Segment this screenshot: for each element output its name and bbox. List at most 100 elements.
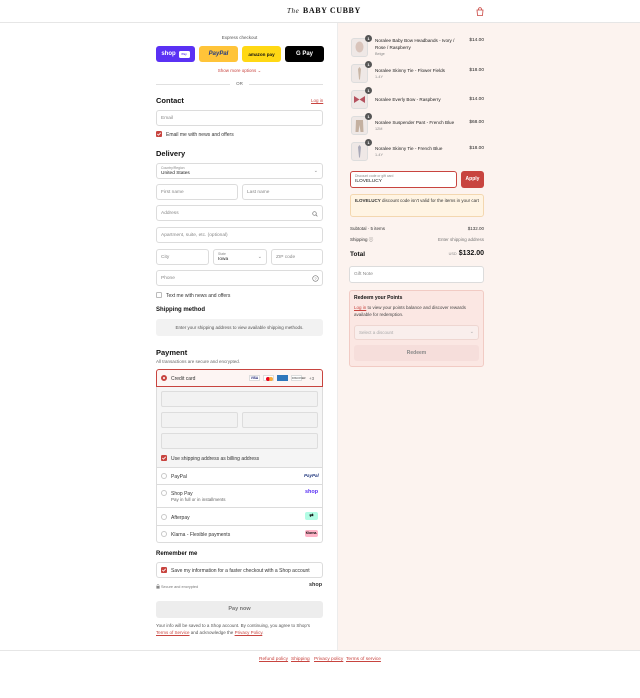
- afterpay-radio[interactable]: [161, 514, 167, 520]
- item-variant: 12M: [375, 127, 383, 131]
- save-info-label: Save my information for a faster checkou…: [171, 567, 310, 574]
- quantity-badge: 1: [365, 61, 372, 68]
- search-icon: [312, 211, 318, 217]
- credit-card-label: Credit card: [171, 375, 196, 382]
- or-label: OR: [236, 81, 243, 86]
- text-news-checkbox[interactable]: [156, 292, 162, 298]
- or-divider-left: [156, 84, 230, 85]
- contact-title: Contact: [156, 96, 184, 105]
- discover-icon: DISCOVER: [291, 375, 306, 381]
- country-select[interactable]: Country/Region United States ⌄: [156, 163, 323, 179]
- redeem-login-link[interactable]: Log in: [354, 305, 366, 310]
- terms-of-service-link[interactable]: Terms of Service: [156, 630, 190, 635]
- privacy-policy-link[interactable]: Privacy Policy: [235, 630, 263, 635]
- item-variant: 1-4Y: [375, 153, 384, 157]
- billing-checkbox[interactable]: [161, 455, 167, 461]
- credit-card-radio[interactable]: [161, 375, 167, 381]
- card-number-field[interactable]: [161, 391, 318, 407]
- item-price: $18.00: [469, 146, 484, 151]
- security-code-field[interactable]: [242, 412, 318, 428]
- privacy-policy-footer-link[interactable]: Privacy policy: [314, 657, 343, 662]
- chevron-down-icon: ⌄: [257, 68, 262, 73]
- subtotal-label: Subtotal · 5 items: [350, 226, 386, 231]
- discount-select[interactable]: Select a discount ⌄: [354, 325, 479, 340]
- item-variant: Beige: [375, 52, 385, 56]
- last-name-field[interactable]: Last name: [242, 184, 323, 200]
- quantity-badge: 1: [365, 35, 372, 42]
- phone-field[interactable]: Phone?: [156, 270, 323, 286]
- redeem-button[interactable]: Redeem: [354, 345, 479, 361]
- zip-field[interactable]: ZIP code: [271, 249, 323, 265]
- name-on-card-field[interactable]: [161, 433, 318, 449]
- secure-label: Secure and encrypted: [161, 584, 199, 589]
- redeem-text: Log in to view your points balance and d…: [354, 305, 466, 317]
- chevron-down-icon: ⌄: [469, 329, 474, 335]
- pay-now-button[interactable]: Pay now: [156, 601, 323, 618]
- discount-code-field[interactable]: Discount code or gift card ILOVELUCY: [350, 171, 457, 188]
- mastercard-icon: [263, 375, 274, 381]
- help-circle-icon[interactable]: ?: [312, 275, 319, 282]
- help-circle-icon[interactable]: ⓘ: [369, 237, 374, 242]
- legal-text: Your info will be saved to a Shop accoun…: [156, 623, 311, 635]
- show-more-options-link[interactable]: Show more options ⌄: [156, 68, 323, 74]
- payment-subtitle: All transactions are secure and encrypte…: [156, 359, 241, 364]
- shopping-bag-icon[interactable]: [476, 7, 484, 16]
- paypal-radio[interactable]: [161, 473, 167, 479]
- or-divider-right: [249, 84, 323, 85]
- expiration-date-field[interactable]: [161, 412, 238, 428]
- amex-icon: [277, 375, 288, 381]
- total-label: Total: [350, 251, 366, 258]
- paypal-logo: PayPal: [304, 473, 319, 478]
- paypal-label: PayPal: [171, 473, 187, 480]
- address-field[interactable]: Address: [156, 205, 323, 221]
- shop-pay-subtitle: Pay in full or in installments: [171, 497, 226, 502]
- afterpay-label: Afterpay: [171, 514, 190, 521]
- item-price: $14.00: [469, 97, 484, 102]
- quantity-badge: 1: [365, 113, 372, 120]
- shipping-label: Shipping ⓘ: [350, 237, 374, 242]
- more-cards-label: +3: [309, 376, 315, 381]
- total-value: USD $132.00: [448, 250, 484, 257]
- item-name: Noralee Suspender Pant - French Blue: [375, 120, 455, 125]
- shop-pay-chip: Pay: [178, 50, 190, 58]
- item-name: Noralee Skinny Tie - Flower Fields: [375, 68, 445, 73]
- subtotal-value: $132.00: [467, 226, 484, 231]
- item-price: $14.00: [469, 38, 484, 43]
- item-variant: 1-4Y: [375, 75, 384, 79]
- shop-pay-button[interactable]: shop Pay: [156, 46, 195, 62]
- amazon-pay-button[interactable]: amazon pay: [242, 46, 281, 62]
- klarna-radio[interactable]: [161, 531, 167, 537]
- terms-of-service-footer-link[interactable]: Terms of service: [346, 657, 381, 662]
- google-pay-button[interactable]: G Pay: [285, 46, 324, 62]
- header: The BABY CUBBY: [0, 0, 640, 23]
- apply-button[interactable]: Apply: [461, 171, 484, 188]
- item-price: $18.00: [469, 68, 484, 73]
- email-field[interactable]: Email: [156, 110, 323, 126]
- redeem-title: Redeem your Points: [354, 295, 403, 301]
- paypal-button[interactable]: PayPal: [199, 46, 238, 62]
- city-field[interactable]: City: [156, 249, 209, 265]
- express-checkout-title: Express checkout: [221, 35, 258, 40]
- chevron-down-icon: ⌄: [257, 254, 262, 260]
- first-name-field[interactable]: First name: [156, 184, 238, 200]
- shipping-method-message: Enter your shipping address to view avai…: [175, 325, 304, 330]
- store-logo[interactable]: The BABY CUBBY: [287, 6, 361, 15]
- shipping-method-title: Shipping method: [156, 307, 205, 313]
- state-select[interactable]: State Iowa ⌄: [213, 249, 267, 265]
- chevron-down-icon: ⌄: [313, 168, 318, 174]
- login-link[interactable]: Log in: [311, 98, 323, 103]
- klarna-label: Klarna - Flexible payments: [171, 531, 231, 538]
- text-news-label: Text me with news and offers: [166, 292, 231, 299]
- save-info-checkbox[interactable]: [161, 567, 167, 573]
- shop-pay-radio[interactable]: [161, 490, 167, 496]
- afterpay-logo-icon: ⇄: [305, 512, 318, 520]
- apartment-field[interactable]: Apartment, suite, etc. (optional): [156, 227, 323, 243]
- svg-text:?: ?: [314, 276, 317, 281]
- news-checkbox[interactable]: [156, 131, 162, 137]
- delivery-title: Delivery: [156, 149, 186, 158]
- shipping-value: Enter shipping address: [437, 237, 484, 242]
- gift-note-field[interactable]: Gift Note: [349, 266, 484, 283]
- shipping-link[interactable]: Shipping: [291, 657, 310, 662]
- refund-policy-link[interactable]: Refund policy: [259, 657, 288, 662]
- item-name: Noralee Skinny Tie - French Blue: [375, 146, 443, 151]
